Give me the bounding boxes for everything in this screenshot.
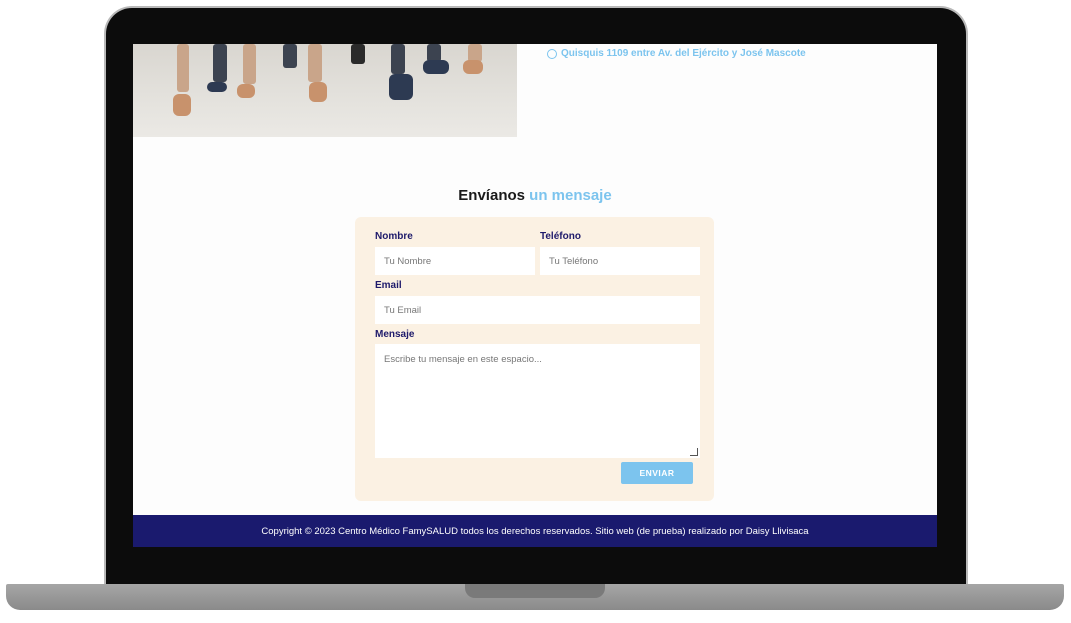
group-photo <box>133 44 517 137</box>
site-footer: Copyright © 2023 Centro Médico FamySALUD… <box>133 515 937 547</box>
footer-copyright: Copyright © 2023 Centro Médico FamySALUD… <box>261 525 809 537</box>
message-textarea[interactable]: Escribe tu mensaje en este espacio... <box>375 344 700 458</box>
address-line: Quisquis 1109 entre Av. del Ejército y J… <box>547 48 806 59</box>
name-label: Nombre <box>375 231 413 242</box>
email-placeholder: Tu Email <box>384 304 422 316</box>
phone-label: Teléfono <box>540 231 581 242</box>
location-icon <box>547 48 557 59</box>
email-field[interactable]: Tu Email <box>375 296 700 324</box>
title-main: Envíanos <box>458 187 525 204</box>
message-placeholder: Escribe tu mensaje en este espacio... <box>384 354 542 365</box>
name-field[interactable]: Tu Nombre <box>375 247 535 275</box>
phone-field[interactable]: Tu Teléfono <box>540 247 700 275</box>
contact-section-title: Envíanos un mensaje <box>133 187 937 204</box>
send-button[interactable]: ENVIAR <box>621 462 693 484</box>
title-accent: un mensaje <box>529 187 612 204</box>
address-text: Quisquis 1109 entre Av. del Ejército y J… <box>561 48 806 59</box>
phone-placeholder: Tu Teléfono <box>549 255 599 267</box>
contact-form: Nombre Tu Nombre Teléfono Tu Teléfono Em… <box>355 217 714 501</box>
email-label: Email <box>375 280 402 291</box>
browser-viewport: Quisquis 1109 entre Av. del Ejército y J… <box>133 44 937 547</box>
laptop-notch <box>465 584 605 598</box>
message-label: Mensaje <box>375 329 415 340</box>
resize-handle-icon[interactable] <box>690 448 698 456</box>
name-placeholder: Tu Nombre <box>384 255 432 267</box>
